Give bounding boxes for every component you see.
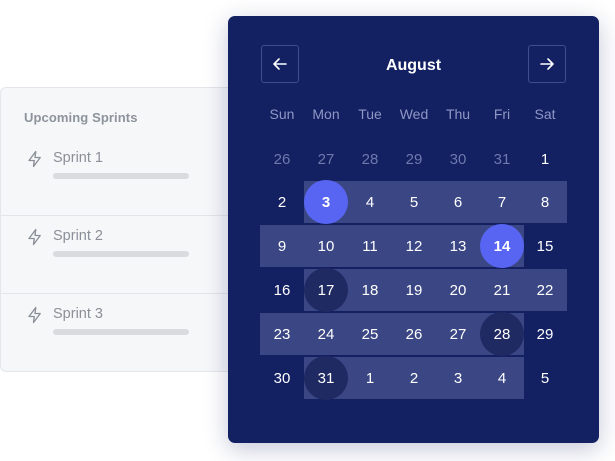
- day-cell[interactable]: 18: [348, 268, 392, 312]
- date-picker-calendar: August Sun Mon Tue Wed Thu Fri Sat 26 27 28 29 30 3…: [228, 16, 599, 443]
- day-cell[interactable]: 29: [392, 137, 436, 181]
- day-cell[interactable]: 22: [523, 268, 567, 312]
- lightning-icon: [28, 228, 41, 246]
- day-cell[interactable]: 12: [392, 224, 436, 268]
- day-cell[interactable]: 31: [480, 137, 524, 181]
- day-cell[interactable]: 27: [304, 137, 348, 181]
- day-cell[interactable]: 8: [523, 180, 567, 224]
- day-cell[interactable]: 11: [348, 224, 392, 268]
- day-cell[interactable]: 21: [480, 268, 524, 312]
- highlighted-day-cell[interactable]: 28: [480, 312, 524, 356]
- day-cell[interactable]: 2: [392, 356, 436, 400]
- day-cell[interactable]: 13: [436, 224, 480, 268]
- day-cell[interactable]: 4: [480, 356, 524, 400]
- day-cell[interactable]: 25: [348, 312, 392, 356]
- sprint-progress-placeholder: [53, 329, 189, 335]
- upcoming-sprints-panel: Upcoming Sprints Sprint 1 Sprint 2 Sprin…: [0, 87, 241, 372]
- day-cell[interactable]: 27: [436, 312, 480, 356]
- day-cell[interactable]: 26: [392, 312, 436, 356]
- day-cell[interactable]: 30: [436, 137, 480, 181]
- day-cell[interactable]: 26: [260, 137, 304, 181]
- day-cell[interactable]: 23: [260, 312, 304, 356]
- day-cell[interactable]: 29: [523, 312, 567, 356]
- sprint-name: Sprint 3: [53, 306, 103, 322]
- sprint-progress-placeholder: [53, 251, 189, 257]
- selected-day-cell[interactable]: 14: [480, 224, 524, 268]
- day-cell[interactable]: 19: [392, 268, 436, 312]
- highlighted-day-cell[interactable]: 17: [304, 268, 348, 312]
- day-cell[interactable]: 4: [348, 180, 392, 224]
- day-cell[interactable]: 10: [304, 224, 348, 268]
- panel-title: Upcoming Sprints: [24, 110, 138, 125]
- day-cell[interactable]: 9: [260, 224, 304, 268]
- sprint-name: Sprint 2: [53, 228, 103, 244]
- day-grid: 26 27 28 29 30 31 1 2 3 4 5 6 7 8 9 10 11 12 13 14 15 16 17 18 1…: [228, 16, 599, 443]
- day-cell[interactable]: 7: [480, 180, 524, 224]
- day-cell[interactable]: 24: [304, 312, 348, 356]
- selected-day-cell[interactable]: 3: [304, 180, 348, 224]
- sprint-progress-placeholder: [53, 173, 189, 179]
- day-cell[interactable]: 5: [523, 356, 567, 400]
- day-cell[interactable]: 20: [436, 268, 480, 312]
- day-cell[interactable]: 1: [348, 356, 392, 400]
- day-cell[interactable]: 5: [392, 180, 436, 224]
- day-cell[interactable]: 3: [436, 356, 480, 400]
- lightning-icon: [28, 306, 41, 324]
- highlighted-day-cell[interactable]: 31: [304, 356, 348, 400]
- sprint-item[interactable]: Sprint 3: [1, 293, 241, 371]
- day-cell[interactable]: 2: [260, 180, 304, 224]
- sprint-item[interactable]: Sprint 2: [1, 215, 241, 293]
- lightning-icon: [28, 150, 41, 168]
- sprint-name: Sprint 1: [53, 150, 103, 166]
- day-cell[interactable]: 1: [523, 137, 567, 181]
- day-cell[interactable]: 16: [260, 268, 304, 312]
- day-cell[interactable]: 28: [348, 137, 392, 181]
- day-cell[interactable]: 15: [523, 224, 567, 268]
- day-cell[interactable]: 30: [260, 356, 304, 400]
- day-cell[interactable]: 6: [436, 180, 480, 224]
- sprint-item[interactable]: Sprint 1: [1, 138, 241, 216]
